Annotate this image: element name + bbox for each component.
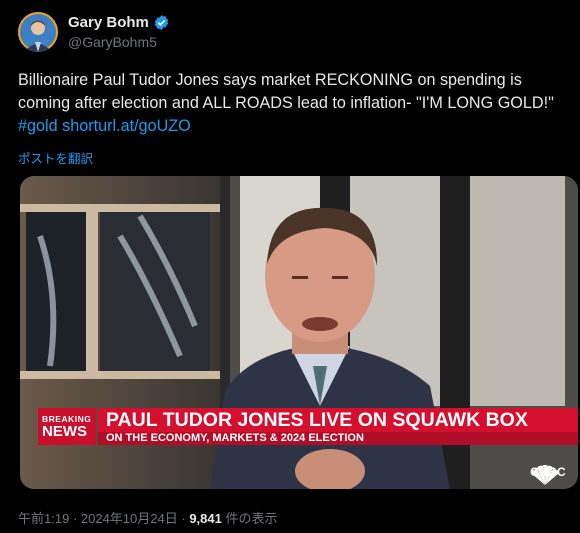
video-media[interactable]: BREAKING NEWS PAUL TUDOR JONES LIVE ON S… — [20, 176, 578, 489]
separator: · — [72, 511, 81, 526]
chyron-subline: ON THE ECONOMY, MARKETS & 2024 ELECTION — [98, 432, 578, 445]
views-count: 9,841 — [189, 511, 222, 526]
tweet-time[interactable]: 午前1:19 — [18, 511, 69, 526]
hashtag-link[interactable]: #gold — [18, 117, 58, 135]
chyron-headline: PAUL TUDOR JONES LIVE ON SQUAWK BOX — [98, 408, 578, 432]
peacock-icon — [531, 465, 559, 485]
translate-post-link[interactable]: ポストを翻訳 — [18, 148, 93, 167]
verified-badge-icon — [153, 14, 170, 31]
news-chyron: BREAKING NEWS PAUL TUDOR JONES LIVE ON S… — [38, 408, 578, 445]
avatar[interactable] — [18, 12, 58, 52]
breaking-news-badge: BREAKING NEWS — [38, 408, 96, 445]
news-label: NEWS — [42, 423, 87, 440]
tweet-date[interactable]: 2024年10月24日 — [81, 511, 178, 526]
author-display-name[interactable]: Gary Bohm — [68, 14, 149, 31]
tweet-header: Gary Bohm @GaryBohm5 — [18, 12, 558, 56]
views-label: 件の表示 — [225, 511, 278, 526]
tweet-text: Billionaire Paul Tudor Jones says market… — [18, 69, 570, 138]
author-handle[interactable]: @GaryBohm5 — [68, 34, 170, 50]
tweet-body: Billionaire Paul Tudor Jones says market… — [18, 71, 554, 112]
tweet-metadata: 午前1:19 · 2024年10月24日 · 9,841 件の表示 — [18, 508, 278, 527]
url-link[interactable]: shorturl.at/goUZO — [62, 117, 191, 135]
avatar-image — [18, 12, 58, 52]
cnbc-logo: CNBC — [528, 465, 568, 485]
